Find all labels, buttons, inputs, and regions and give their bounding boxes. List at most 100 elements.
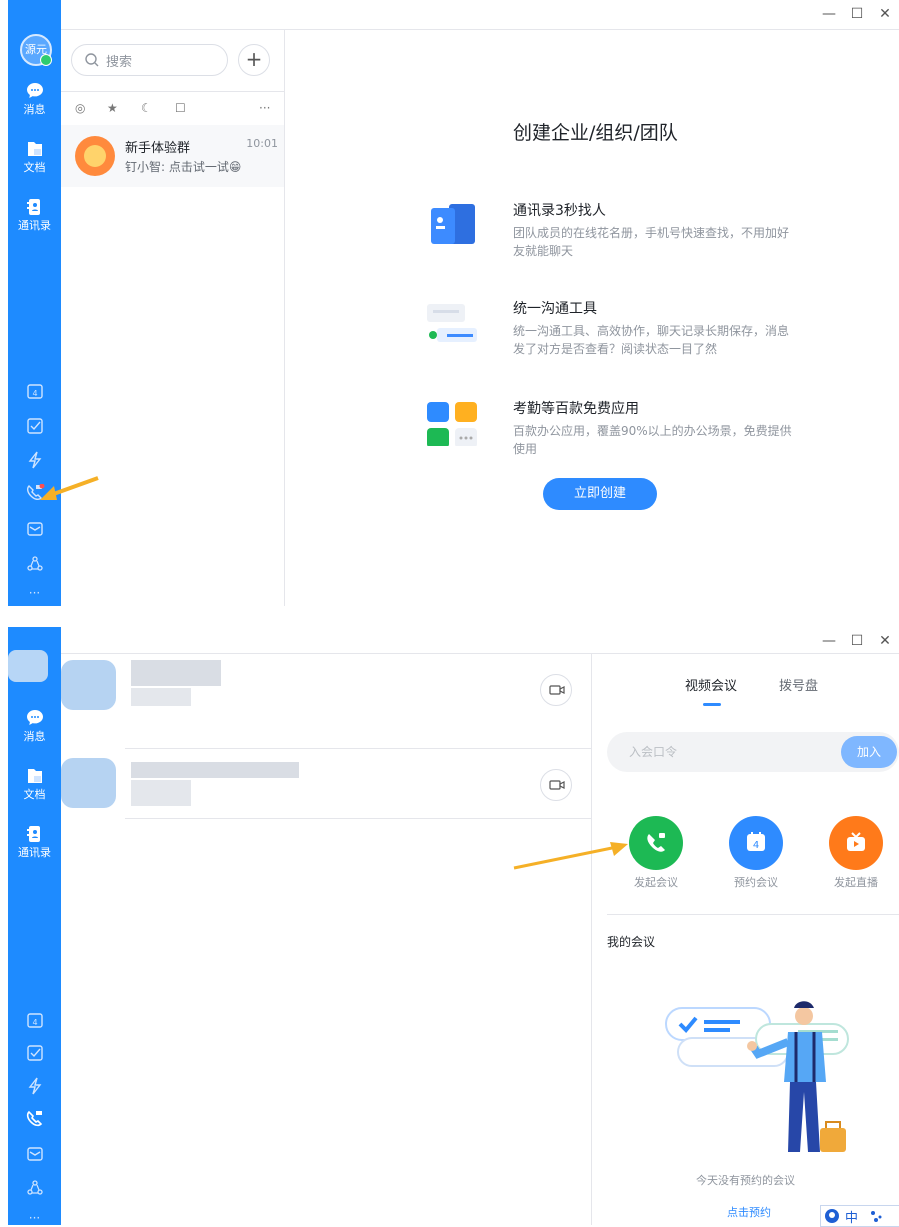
- mail-icon: [26, 522, 43, 536]
- schedule-meeting-icon-circle: 4: [729, 816, 783, 870]
- sidebar-calendar[interactable]: 4: [8, 382, 61, 404]
- list-item[interactable]: 新手体验群 钉小智: 点击试一试😁 10:01: [61, 125, 284, 187]
- sidebar-workspace[interactable]: [8, 555, 61, 577]
- start-meeting-label: 发起会议: [634, 876, 678, 889]
- meeting-code-input[interactable]: 入会口令 加入: [607, 732, 899, 772]
- phone-icon: [647, 833, 665, 852]
- smile-icon: [84, 145, 106, 167]
- later-filter-icon[interactable]: ☾: [141, 101, 152, 115]
- lightning-icon: [28, 451, 41, 469]
- close-button[interactable]: ✕: [871, 6, 899, 22]
- sidebar-item-docs[interactable]: 文档: [8, 767, 61, 802]
- conversation-list: 搜索 + ◎ ★ ☾ ☐ ··· 新手体验群 钉小智: 点击试一试😁 10:01: [61, 29, 285, 606]
- ime-punctuation-icon: [871, 1211, 882, 1222]
- feature-title: 统一沟通工具: [513, 301, 597, 317]
- calendar-icon: 4: [747, 832, 765, 851]
- document-icon: [27, 142, 42, 156]
- contacts-icon: [26, 199, 40, 215]
- search-input[interactable]: 搜索: [71, 44, 228, 76]
- org-icon: [26, 1180, 43, 1195]
- calendar-day: 4: [753, 840, 759, 851]
- sidebar-todo[interactable]: [8, 1044, 61, 1066]
- maximize-button[interactable]: ☐: [843, 633, 871, 649]
- avatar-blurred[interactable]: [8, 650, 48, 682]
- window-controls: — ☐ ✕: [815, 6, 899, 22]
- search-placeholder: 搜索: [106, 55, 133, 70]
- start-meeting-button[interactable]: 发起会议: [627, 816, 685, 890]
- minimize-button[interactable]: —: [815, 6, 843, 22]
- list-item[interactable]: [61, 654, 591, 722]
- sidebar: 源元 消息 文档 通讯录 4 ···: [8, 0, 61, 606]
- calendar-day: 4: [32, 1018, 37, 1027]
- sidebar-item-label: 消息: [23, 730, 46, 743]
- apps-grid-icon: [427, 402, 477, 446]
- more-icon[interactable]: ···: [8, 1211, 61, 1225]
- todo-icon: [26, 1045, 43, 1061]
- sidebar-item-label: 通讯录: [18, 219, 51, 232]
- start-live-label: 发起直播: [834, 876, 878, 889]
- sidebar-calendar[interactable]: 4: [8, 1011, 61, 1033]
- join-button[interactable]: 加入: [841, 736, 897, 768]
- no-meetings-text: 今天没有预约的会议: [696, 1174, 795, 1187]
- start-live-button[interactable]: 发起直播: [827, 816, 885, 890]
- filter-bar: ◎ ★ ☾ ☐ ···: [61, 91, 284, 126]
- list-item[interactable]: [61, 754, 591, 822]
- chat-bubble-icon: [26, 710, 43, 725]
- sidebar-item-label: 消息: [23, 103, 46, 116]
- archive-filter-icon[interactable]: ☐: [175, 101, 186, 115]
- tab-video-meeting[interactable]: 视频会议: [685, 675, 737, 694]
- chat-preview: 钉小智: 点击试一试😁: [125, 160, 242, 174]
- chat-bubble-icon: [26, 83, 43, 98]
- annotation-arrow-icon: [513, 842, 628, 870]
- contacts-icon: [26, 826, 40, 842]
- section-divider: [607, 914, 899, 915]
- window-controls: — ☐ ✕: [815, 633, 899, 649]
- mention-filter-icon[interactable]: ◎: [75, 101, 85, 115]
- chat-tool-icon: [427, 304, 477, 342]
- video-call-button[interactable]: [540, 769, 572, 801]
- sidebar-item-contacts[interactable]: 通讯录: [8, 198, 61, 233]
- sidebar-ding[interactable]: [8, 451, 61, 473]
- calendar-day: 4: [32, 389, 37, 398]
- sidebar-ding[interactable]: [8, 1077, 61, 1099]
- video-call-button[interactable]: [540, 674, 572, 706]
- ime-toolbar[interactable]: 中: [820, 1205, 899, 1227]
- live-tv-icon: [847, 832, 865, 851]
- add-button[interactable]: +: [238, 44, 270, 76]
- more-filter-icon[interactable]: ···: [259, 101, 270, 115]
- maximize-button[interactable]: ☐: [843, 6, 871, 22]
- close-button[interactable]: ✕: [871, 633, 899, 649]
- star-filter-icon[interactable]: ★: [107, 101, 118, 115]
- name-blurred: [131, 762, 299, 778]
- sidebar-mail[interactable]: [8, 520, 61, 542]
- tab-dialpad[interactable]: 拨号盘: [779, 675, 818, 694]
- minimize-button[interactable]: —: [815, 633, 843, 649]
- start-meeting-icon-circle: [629, 816, 683, 870]
- sidebar-item-label: 通讯录: [18, 846, 51, 859]
- sidebar-todo[interactable]: [8, 417, 61, 439]
- chat-time: 10:01: [246, 137, 278, 150]
- camera-icon: [549, 685, 565, 695]
- detail-blurred: [131, 780, 191, 806]
- sidebar-workspace[interactable]: [8, 1179, 61, 1201]
- sidebar-item-docs[interactable]: 文档: [8, 140, 61, 175]
- feature-title: 考勤等百款免费应用: [513, 401, 639, 417]
- sidebar-item-label: 文档: [23, 788, 46, 801]
- row-divider: [125, 818, 591, 819]
- more-icon[interactable]: ···: [8, 586, 61, 600]
- sidebar: 消息 文档 通讯录 4 ···: [8, 627, 61, 1225]
- sidebar-item-contacts[interactable]: 通讯录: [8, 825, 61, 860]
- sidebar-item-messages[interactable]: 消息: [8, 709, 61, 744]
- sidebar-mail[interactable]: [8, 1145, 61, 1167]
- meeting-history-list: [61, 654, 592, 1225]
- feature-desc: 百款办公应用，覆盖90%以上的办公场景，免费提供使用: [513, 424, 792, 456]
- create-now-button[interactable]: 立即创建: [543, 478, 657, 510]
- video-call-icon: [26, 1110, 42, 1127]
- org-icon: [26, 556, 43, 571]
- book-meeting-link[interactable]: 点击预约: [727, 1204, 771, 1220]
- sidebar-item-messages[interactable]: 消息: [8, 82, 61, 117]
- schedule-meeting-button[interactable]: 4 预约会议: [727, 816, 785, 890]
- user-avatar[interactable]: 源元: [20, 34, 52, 66]
- sidebar-video-meeting[interactable]: [8, 1110, 61, 1132]
- camera-icon: [549, 780, 565, 790]
